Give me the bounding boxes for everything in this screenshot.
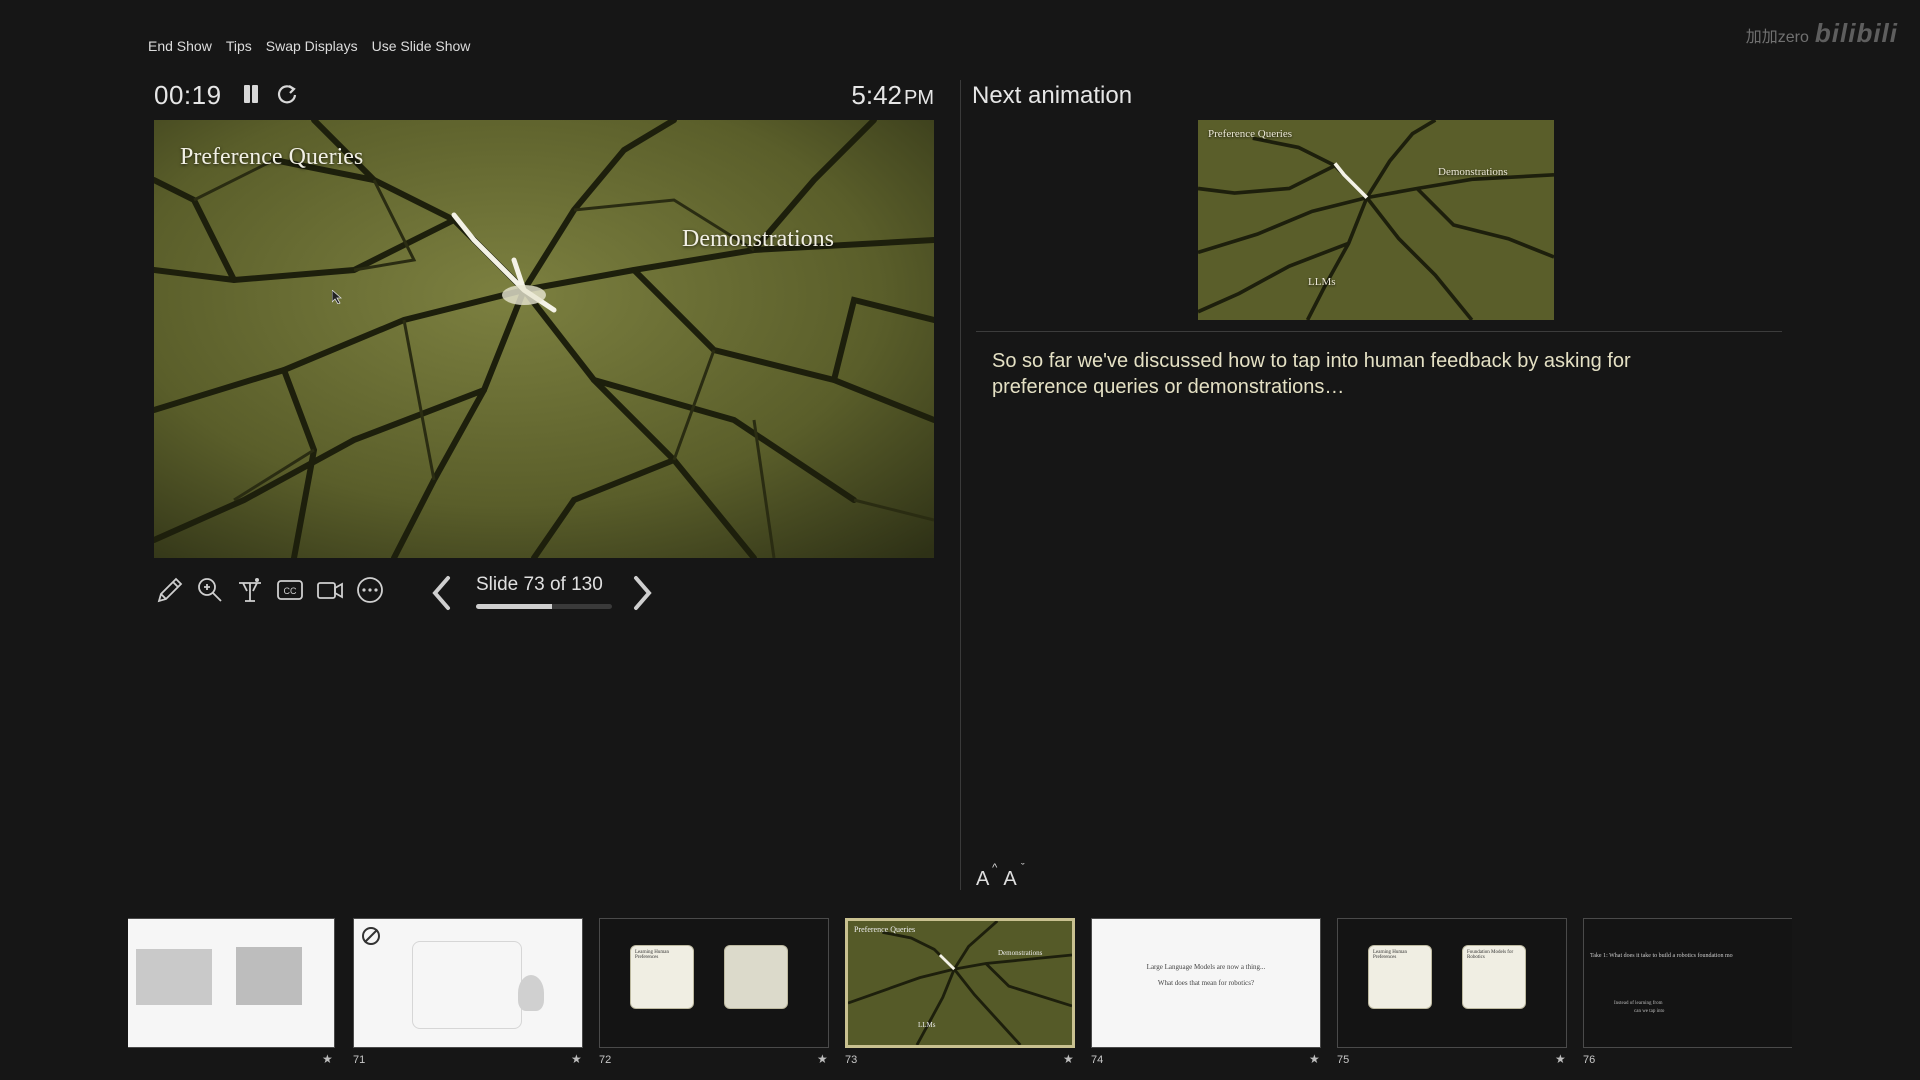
- thumbnail-number: 75: [1337, 1054, 1350, 1066]
- notes-divider: [976, 331, 1782, 332]
- next-slide-label-llms: LLMs: [1308, 276, 1336, 288]
- previous-slide-icon[interactable]: [428, 574, 454, 612]
- camera-icon[interactable]: [314, 574, 346, 606]
- pointer-icon[interactable]: [234, 574, 266, 606]
- next-slide-icon[interactable]: [630, 574, 656, 612]
- increase-font-button[interactable]: A ^: [976, 862, 997, 891]
- thumbnail-number: 76: [1583, 1054, 1596, 1066]
- skipped-slide-icon: [362, 927, 380, 945]
- slide-thumbnail-73[interactable]: Preference Queries Demonstrations LLMs: [845, 918, 1075, 1048]
- thumbnail-image: [136, 949, 212, 1005]
- decrease-font-label: A: [1003, 868, 1017, 890]
- slide-thumbnail[interactable]: [128, 918, 335, 1048]
- next-slide-preview: Preference Queries Demonstrations LLMs: [1198, 120, 1554, 320]
- watermark: 加加zero bilibili: [1746, 18, 1898, 49]
- slide-navigation: Slide 73 of 130: [428, 572, 656, 616]
- current-slide[interactable]: Preference Queries Demonstrations: [154, 120, 934, 558]
- slide-label-demonstrations: Demonstrations: [682, 226, 834, 252]
- thumbnail-card-title: Learning Human Preferences: [635, 950, 670, 960]
- thumbnail-card-title: Foundation Models for Robotics: [1467, 950, 1514, 960]
- clock-time: 5:42: [851, 80, 902, 110]
- captions-icon[interactable]: CC: [274, 574, 306, 606]
- thumbnail-line: Large Language Models are now a thing...: [1146, 963, 1266, 971]
- increase-font-caret-icon: ^: [992, 862, 998, 874]
- thumbnail-line: can we tap into: [1634, 1009, 1665, 1014]
- star-icon: ★: [817, 1052, 828, 1066]
- pane-divider[interactable]: [960, 80, 961, 890]
- thumbnail-frame: [412, 941, 522, 1029]
- svg-text:CC: CC: [284, 586, 297, 596]
- decrease-font-caret-icon: ˇ: [1021, 862, 1025, 874]
- next-slide-image: [1198, 120, 1554, 320]
- use-slide-show-button[interactable]: Use Slide Show: [372, 38, 471, 54]
- timer-row: 00:19 5:42 PM: [154, 80, 934, 112]
- thumbnail-card-title: Learning Human Preferences: [1373, 950, 1408, 960]
- thumbnail-label: Demonstrations: [998, 949, 1043, 957]
- thumbnail-line: Take 1: What does it take to build a rob…: [1590, 953, 1733, 959]
- increase-font-label: A: [976, 868, 990, 890]
- reset-timer-icon[interactable]: [276, 83, 298, 105]
- clock-ampm: PM: [904, 87, 934, 109]
- thumbnail-title: Preference Queries: [854, 925, 916, 934]
- star-icon: ★: [1309, 1052, 1320, 1066]
- pause-icon[interactable]: [240, 83, 262, 105]
- slide-thumbnail-72[interactable]: Learning Human Preferences: [599, 918, 829, 1048]
- more-icon[interactable]: [354, 574, 386, 606]
- thumbnail-figure: [518, 975, 544, 1011]
- pencil-icon[interactable]: [154, 574, 186, 606]
- speaker-notes[interactable]: So so far we've discussed how to tap int…: [992, 348, 1712, 400]
- star-icon: ★: [1555, 1052, 1566, 1066]
- slide-thumbnail-71[interactable]: [353, 918, 583, 1048]
- thumbnail-image: [848, 921, 1072, 1045]
- star-icon: ★: [322, 1052, 333, 1066]
- thumbnail-number: 74: [1091, 1054, 1104, 1066]
- decrease-font-button[interactable]: Aˇ: [1003, 862, 1024, 891]
- slide-thumbnail-74[interactable]: Large Language Models are now a thing...…: [1091, 918, 1321, 1048]
- slide-thumbnail-75[interactable]: Learning Human Preferences Foundation Mo…: [1337, 918, 1567, 1048]
- slide-title: Preference Queries: [180, 144, 364, 170]
- next-slide-title: Preference Queries: [1208, 128, 1292, 140]
- slide-progress-fill: [476, 604, 553, 609]
- elapsed-timer: 00:19: [154, 80, 222, 110]
- thumbnail-image: [236, 947, 302, 1005]
- zoom-icon[interactable]: [194, 574, 226, 606]
- thumbnail-card: Learning Human Preferences: [630, 945, 694, 1009]
- tips-button[interactable]: Tips: [226, 38, 252, 54]
- cracked-earth-image: [154, 120, 934, 558]
- font-size-controls: A ^ Aˇ: [976, 862, 1025, 891]
- thumbnail-label: LLMs: [918, 1021, 936, 1029]
- next-slide-label-demonstrations: Demonstrations: [1438, 166, 1508, 178]
- bilibili-logo: bilibili: [1814, 18, 1898, 48]
- thumbnail-card: Foundation Models for Robotics: [1462, 945, 1526, 1009]
- thumbnail-number: 73: [845, 1054, 858, 1066]
- top-menu: End Show Tips Swap Displays Use Slide Sh…: [148, 38, 470, 54]
- next-animation-heading: Next animation: [972, 82, 1133, 109]
- thumbnail-card: Learning Human Preferences: [1368, 945, 1432, 1009]
- mouse-cursor-icon: [332, 290, 342, 304]
- slide-thumbnail-strip[interactable]: ★ 71 ★ Learning Human Preferences 72 ★ P…: [128, 918, 1792, 1068]
- thumbnail-line: Instead of learning from: [1614, 1001, 1663, 1006]
- slide-progress-bar: [476, 604, 612, 609]
- current-time: 5:42 PM: [851, 80, 934, 111]
- end-show-button[interactable]: End Show: [148, 38, 212, 54]
- watermark-text: 加加zero: [1745, 29, 1809, 46]
- thumbnail-line: What does that mean for robotics?: [1157, 979, 1255, 987]
- slide-thumbnail-76[interactable]: Take 1: What does it take to build a rob…: [1583, 918, 1792, 1048]
- swap-displays-button[interactable]: Swap Displays: [266, 38, 358, 54]
- presenter-toolbar: CC: [154, 574, 386, 606]
- thumbnail-number: 72: [599, 1054, 612, 1066]
- thumbnail-number: 71: [353, 1054, 366, 1066]
- star-icon: ★: [1063, 1052, 1074, 1066]
- thumbnail-card: [724, 945, 788, 1009]
- star-icon: ★: [571, 1052, 582, 1066]
- slide-counter: Slide 73 of 130: [476, 574, 603, 595]
